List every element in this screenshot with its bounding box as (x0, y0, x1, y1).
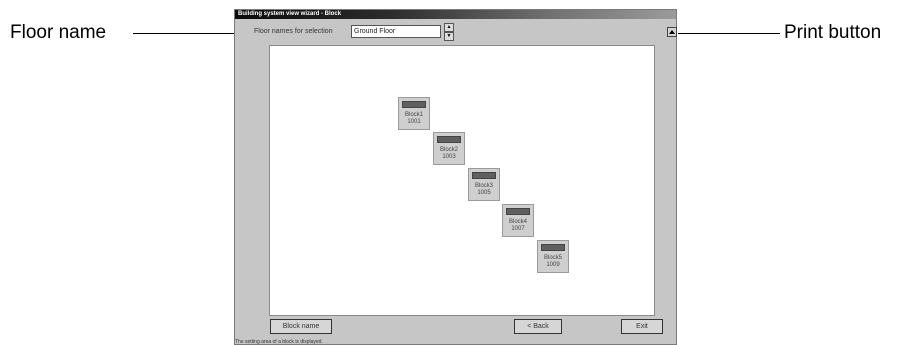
title-bar: Building system view wizard - Block (235, 10, 676, 19)
block-name: Block3 (474, 183, 493, 189)
window-title: Building system view wizard - Block (238, 11, 342, 17)
block-header-bar (472, 172, 496, 179)
block-name: Block4 (508, 219, 527, 225)
block-name-button[interactable]: Block name (270, 319, 332, 334)
leader-line-print-button (678, 33, 780, 34)
block-label: Block2 1003 (434, 147, 464, 161)
block-header-bar (437, 136, 461, 143)
block-canvas: Block1 1001 Block2 1003 Block3 1005 Bloc… (269, 45, 655, 316)
block-code: 1001 (407, 119, 421, 125)
block-code: 1007 (511, 226, 525, 232)
block-header-bar (506, 208, 530, 215)
block-label: Block3 1005 (469, 183, 499, 197)
block-item[interactable]: Block3 1005 (468, 168, 500, 201)
floor-name-field[interactable]: Ground Floor (351, 25, 441, 38)
block-name: Block1 (404, 112, 423, 118)
exit-button[interactable]: Exit (621, 319, 663, 334)
block-code: 1009 (546, 262, 560, 268)
callout-floor-name: Floor name (10, 22, 107, 43)
floor-selection-label: Floor names for selection (254, 28, 333, 35)
block-label: Block5 1009 (538, 255, 568, 269)
back-button[interactable]: < Back (514, 319, 562, 334)
block-header-bar (541, 244, 565, 251)
block-item[interactable]: Block1 1001 (398, 97, 430, 130)
spin-up-button[interactable]: ▲ (444, 23, 454, 32)
print-icon (669, 30, 675, 34)
block-item[interactable]: Block5 1009 (537, 240, 569, 273)
block-item[interactable]: Block2 1003 (433, 132, 465, 165)
floor-spinner: ▲ ▼ (444, 23, 454, 41)
status-bar-text: The setting area of a block is displayed… (235, 339, 323, 345)
block-code: 1005 (477, 190, 491, 196)
callout-print-button: Print button (784, 22, 882, 43)
block-name: Block2 (439, 147, 458, 153)
block-label: Block1 1001 (399, 112, 429, 126)
block-header-bar (402, 101, 426, 108)
block-code: 1003 (442, 154, 456, 160)
block-name: Block5 (543, 255, 562, 261)
block-item[interactable]: Block4 1007 (502, 204, 534, 237)
wizard-window: Building system view wizard - Block Floo… (234, 9, 677, 345)
print-button[interactable] (667, 27, 677, 37)
spin-down-button[interactable]: ▼ (444, 32, 454, 41)
block-label: Block4 1007 (503, 219, 533, 233)
